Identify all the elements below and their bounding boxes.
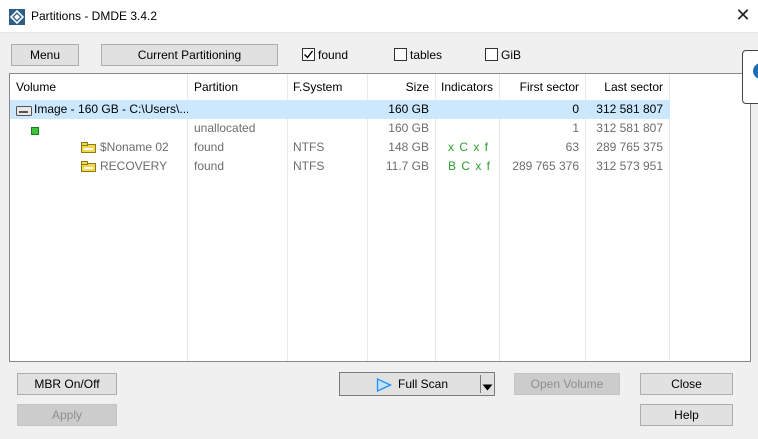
found-checkbox[interactable]: found: [302, 47, 362, 63]
gib-checkbox-label: GiB: [501, 48, 522, 62]
row-first-sector: 1: [572, 121, 579, 135]
row-last-sector: 312 581 807: [596, 102, 663, 116]
table-row[interactable]: RECOVERY found NTFS 11.7 GB B C x f 289 …: [10, 157, 670, 176]
gib-checkbox[interactable]: GiB: [485, 47, 535, 63]
row-first-sector: 289 765 376: [512, 159, 579, 173]
apply-button[interactable]: Apply: [17, 404, 117, 426]
help-button[interactable]: Help: [640, 404, 733, 426]
row-last-sector: 289 765 375: [596, 140, 663, 154]
row-size: 160 GB: [388, 102, 429, 116]
row-first-sector: 0: [572, 102, 579, 116]
info-icon: [753, 63, 758, 79]
gib-checkbox-box[interactable]: [485, 48, 498, 61]
column-header-fsystem[interactable]: F.System: [287, 74, 367, 100]
window-title: Partitions - DMDE 3.4.2: [31, 9, 158, 23]
partitions-list[interactable]: Volume Partition F.System Size Indicator…: [9, 73, 751, 362]
row-partition: found: [194, 140, 225, 154]
dropdown-arrow-icon[interactable]: [482, 380, 493, 394]
row-partition: unallocated: [194, 121, 256, 135]
tables-checkbox-box[interactable]: [394, 48, 407, 61]
close-button[interactable]: Close: [640, 373, 733, 395]
column-header-indicators[interactable]: Indicators: [435, 74, 499, 100]
column-header-size[interactable]: Size: [367, 74, 435, 100]
tables-checkbox-label: tables: [410, 48, 443, 62]
table-row[interactable]: $Noname 02 found NTFS 148 GB x C x f 63 …: [10, 138, 670, 157]
row-last-sector: 312 573 951: [596, 159, 663, 173]
row-size: 11.7 GB: [385, 159, 429, 173]
title-bar: Partitions - DMDE 3.4.2 ✕: [0, 0, 758, 33]
mbr-on-off-button[interactable]: MBR On/Off: [17, 373, 117, 395]
row-partition: found: [194, 159, 225, 173]
column-header-volume[interactable]: Volume: [10, 74, 187, 100]
column-header-first-sector[interactable]: First sector: [499, 74, 585, 100]
open-volume-button[interactable]: Open Volume: [514, 373, 620, 395]
row-indicators: x C x f: [448, 140, 490, 154]
full-scan-label: Full Scan: [398, 377, 449, 391]
full-scan-split-button[interactable]: Full Scan: [339, 372, 495, 396]
found-checkbox-label: found: [318, 48, 349, 62]
row-size: 160 GB: [388, 121, 429, 135]
menu-button[interactable]: Menu: [11, 44, 79, 66]
found-checkbox-box[interactable]: [302, 48, 315, 61]
row-indicators: B C x f: [448, 159, 492, 173]
split-divider: [480, 375, 481, 393]
column-header-last-sector[interactable]: Last sector: [585, 74, 669, 100]
dmde-app-icon: [9, 9, 25, 25]
row-last-sector: 312 581 807: [596, 121, 663, 135]
table-row[interactable]: unallocated 160 GB 1 312 581 807: [10, 119, 670, 138]
tables-checkbox[interactable]: tables: [394, 47, 454, 63]
unallocated-space-icon: [31, 124, 39, 138]
row-fsystem: NTFS: [293, 159, 325, 173]
column-header-row: Volume Partition F.System Size Indicator…: [10, 74, 750, 100]
close-window-icon[interactable]: ✕: [732, 6, 754, 26]
row-size: 148 GB: [388, 140, 429, 154]
row-volume: RECOVERY: [100, 159, 168, 173]
column-header-partition[interactable]: Partition: [188, 74, 287, 100]
info-callout: [742, 50, 758, 104]
current-partitioning-button[interactable]: Current Partitioning: [101, 44, 278, 66]
row-volume: $Noname 02: [100, 140, 169, 154]
row-volume: Image - 160 GB - C:\Users\...: [34, 102, 188, 116]
table-row[interactable]: Image - 160 GB - C:\Users\... 160 GB 0 3…: [10, 100, 670, 119]
row-fsystem: NTFS: [293, 140, 325, 154]
play-icon: [376, 377, 393, 395]
row-first-sector: 63: [565, 140, 579, 154]
